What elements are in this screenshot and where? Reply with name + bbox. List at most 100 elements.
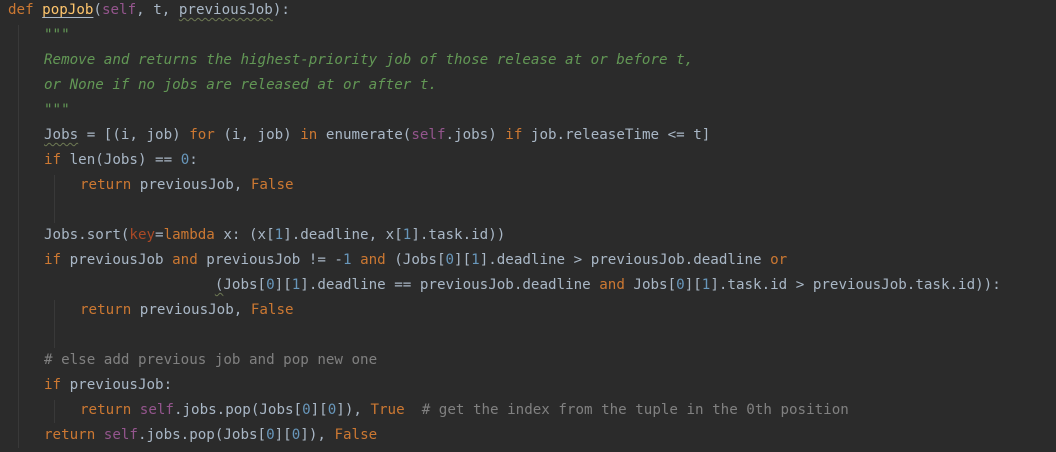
code-token: ][ [310,402,328,418]
code-token: and [599,277,625,293]
code-token: key [129,227,156,243]
code-line: return previousJob, False [80,173,294,198]
code-line: Jobs.sort(key=lambda x: (x[1].deadline, … [44,223,505,248]
code-editor[interactable]: def popJob(self, t, previousJob): """ Remo… [0,0,1056,452]
code-token: in [300,127,318,143]
code-token: ].deadline > previousJob.deadline [479,252,771,268]
code-token: ( [93,2,102,18]
code-line: return self.jobs.pop(Jobs[0][0]), True #… [80,398,849,423]
indent-guide [54,400,55,423]
code-token: # get the index from the tuple in the 0t… [421,402,849,418]
code-token: = [(i, job) [78,127,190,143]
code-token: 1 [291,277,301,293]
code-line: return self.jobs.pop(Jobs[0][0]), False [44,423,377,448]
code-token: 1 [471,252,480,268]
code-token: ].deadline, x[ [283,227,403,243]
code-token: 0 [180,152,190,168]
code-line: or None if no jobs are released at or af… [44,73,437,98]
code-token: self [103,427,138,443]
code-token: previousJob != - [197,252,343,268]
code-token: for [189,127,215,143]
code-token: ]), [300,427,335,443]
code-token: Jobs [44,127,79,143]
indent-guide [54,175,55,223]
code-token: self [139,402,174,418]
code-token: """ [44,102,70,118]
code-token: self [411,127,446,143]
code-token: 1 [342,252,352,268]
code-token: Jobs.sort( [44,227,130,243]
code-token: return [80,302,132,318]
code-token: enumerate( [317,127,412,143]
code-token: previousJob: [61,377,173,393]
code-token: if [44,377,62,393]
code-token: Jobs[ [223,277,267,293]
code-line: (Jobs[0][1].deadline == previousJob.dead… [44,273,1001,298]
code-token: (Jobs[ [385,252,446,268]
code-token: 0 [291,427,301,443]
code-token: # else add previous job and pop new one [44,352,378,368]
code-token: if [44,252,62,268]
code-token: def [8,2,43,18]
code-token: return [44,427,96,443]
code-token: lambda [163,227,215,243]
code-token: 0 [445,252,455,268]
code-token: False [250,302,294,318]
code-line: if previousJob: [44,373,172,398]
code-token: or None if no jobs are released at or af… [44,77,437,93]
code-token: if [44,152,62,168]
code-token: Jobs[ [624,277,677,293]
code-token: 0 [676,277,685,293]
code-line: Remove and returns the highest-priority … [44,48,693,73]
code-token: 1 [274,227,284,243]
code-token: self [101,2,137,18]
code-token: previousJob [61,252,173,268]
code-token: previousJob, [131,302,251,318]
code-line: """ [44,23,70,48]
code-token: """ [44,27,70,43]
code-token: ]), [336,402,371,418]
code-token: , t, [136,2,179,18]
indent-guide [54,300,55,348]
code-token: .jobs) [445,127,506,143]
code-token: ][ [274,277,292,293]
code-line: # else add previous job and pop new one [44,348,377,373]
code-token: and [172,252,198,268]
code-line: def popJob(self, t, previousJob): [8,0,290,23]
code-token: : [189,152,198,168]
code-token: True [370,402,405,418]
indent-guide [18,25,19,448]
code-token: x: (x[ [214,227,275,243]
code-token: .jobs.pop(Jobs[ [173,402,303,418]
code-token: 0 [266,277,275,293]
code-token: ][ [684,277,702,293]
code-token: ][ [454,252,472,268]
code-token: if [505,127,523,143]
code-token: 0 [266,427,275,443]
code-token: or [770,252,788,268]
code-line: Jobs = [(i, job) for (i, job) in enumera… [44,123,710,148]
code-token: return [80,177,132,193]
code-token: previousJob [178,2,273,18]
code-token: .jobs.pop(Jobs[ [137,427,267,443]
code-token: Remove and returns the highest-priority … [44,52,694,68]
code-token: ].task.id > previousJob.task.id)): [710,277,1001,293]
code-token: previousJob, [131,177,251,193]
code-token: job.releaseTime <= t] [522,127,711,143]
code-token: ].deadline == previousJob.deadline [300,277,600,293]
code-token: False [334,427,378,443]
code-token: False [250,177,294,193]
code-token: len(Jobs) == [61,152,181,168]
code-token: and [360,252,386,268]
code-token: popJob [42,2,94,18]
code-line: if len(Jobs) == 0: [44,148,198,173]
code-line: return previousJob, False [80,298,294,323]
code-token: 0 [302,402,311,418]
code-token: (i, job) [214,127,301,143]
code-token: ].task.id)) [411,227,506,243]
code-token: = [155,227,164,243]
